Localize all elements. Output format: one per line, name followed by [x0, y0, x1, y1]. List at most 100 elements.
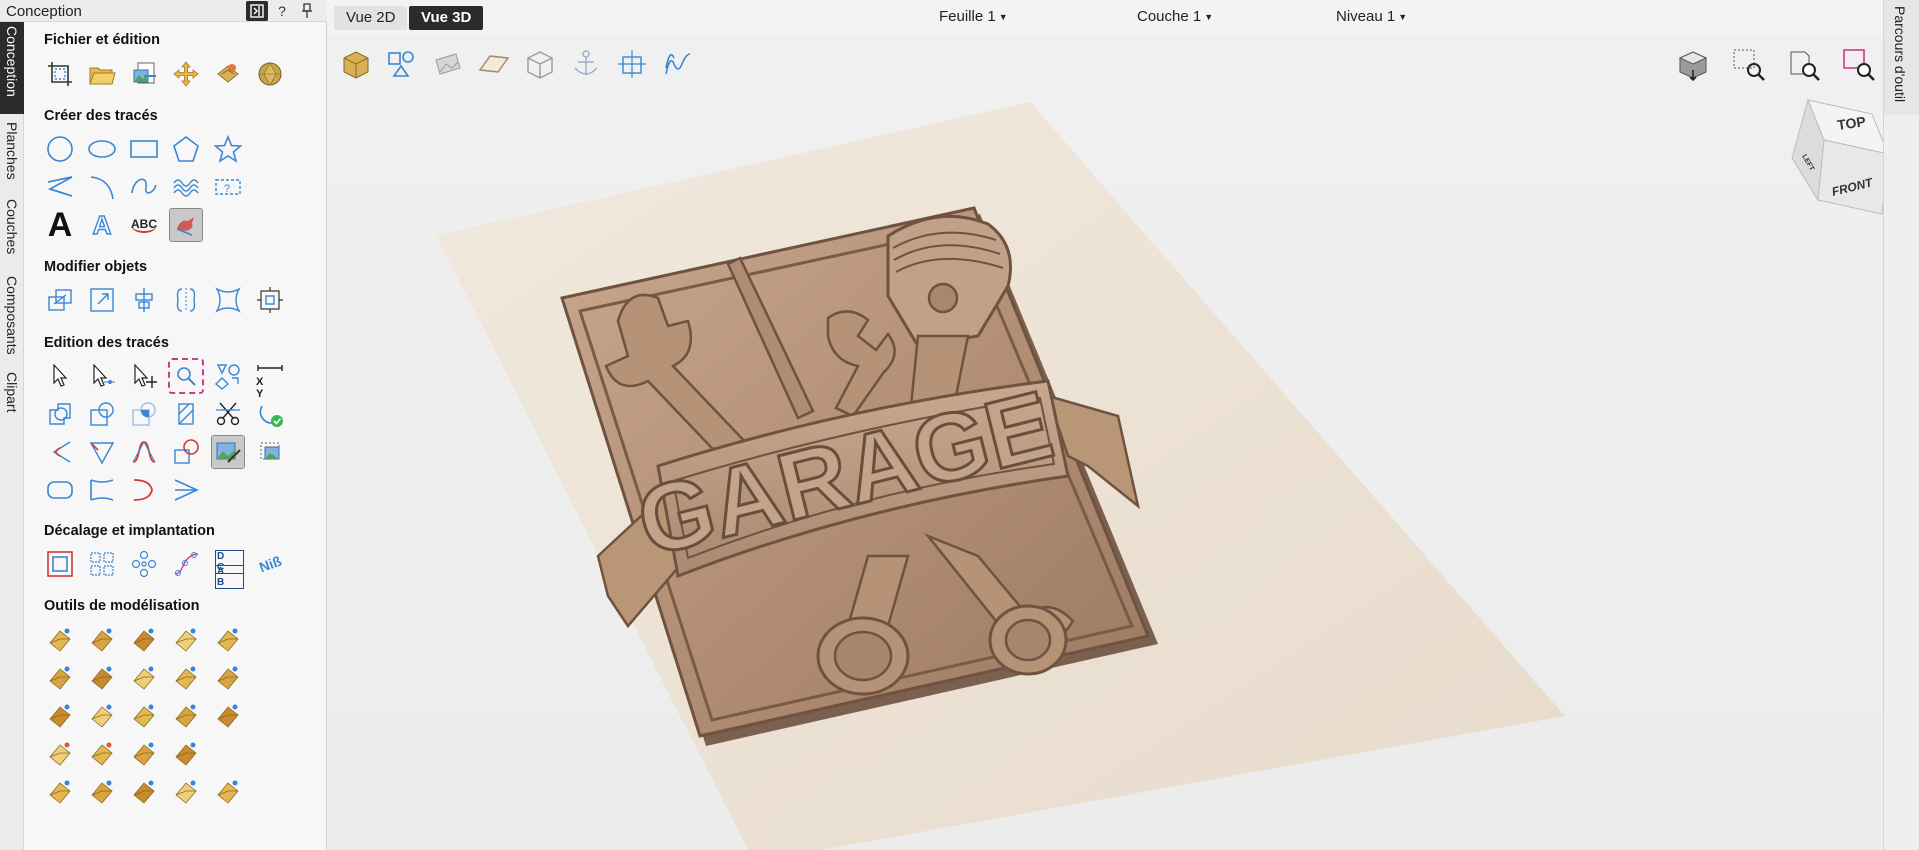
zoom-selection-button[interactable] [1840, 46, 1878, 84]
draw-polygon-tool[interactable] [170, 133, 202, 165]
nest-object-tool[interactable] [254, 284, 286, 316]
modeling-tool-bevel[interactable] [170, 623, 202, 655]
shapes-tool[interactable] [212, 360, 244, 392]
node-edit-tool[interactable] [86, 360, 118, 392]
view-image-button[interactable] [430, 46, 466, 82]
text-tool[interactable]: A [44, 208, 76, 242]
modeling-tool-ramp[interactable] [44, 775, 76, 807]
help-button[interactable]: ? [274, 1, 290, 21]
zoom-selection-tool[interactable] [168, 358, 204, 394]
copy-along-vector-tool[interactable] [170, 548, 202, 580]
job-setup-tool[interactable] [44, 58, 76, 90]
text-on-curve-tool[interactable]: ABC [128, 209, 160, 241]
modeling-tool-crown[interactable] [128, 737, 160, 769]
close-vector-tool[interactable] [128, 474, 160, 506]
view-vectors-button[interactable] [384, 46, 420, 82]
draw-arc-tool[interactable] [86, 171, 118, 203]
toolpaths-tab[interactable]: Parcours d'outil [1884, 0, 1919, 115]
modeling-tool-slice[interactable] [44, 737, 76, 769]
tab-view-2d[interactable]: Vue 2D [334, 6, 408, 30]
pin-button[interactable] [298, 1, 316, 21]
flip-vector-tool[interactable] [170, 474, 202, 506]
join-vectors-tool[interactable] [254, 398, 286, 430]
open-file-tool[interactable] [86, 58, 118, 90]
view-origin-button[interactable] [614, 46, 650, 82]
fillet-tool[interactable] [44, 436, 76, 468]
draw-rectangle-tool[interactable] [128, 133, 160, 165]
modeling-tool-shape[interactable] [128, 775, 160, 807]
modeling-tool-dome[interactable] [86, 623, 118, 655]
modeling-tool-box[interactable] [170, 775, 202, 807]
align-object-tool[interactable] [128, 284, 160, 316]
import-component-tool[interactable] [212, 58, 244, 90]
array-copy-tool[interactable] [86, 548, 118, 580]
panel-collapse-button[interactable] [246, 1, 268, 21]
move-object-tool[interactable] [44, 284, 76, 316]
weld-tool[interactable] [44, 398, 76, 430]
view-cube[interactable]: TOP LEFT FRONT [1758, 96, 1883, 246]
rounded-rect-tool[interactable] [44, 474, 76, 506]
modeling-tool-block[interactable] [212, 775, 244, 807]
modeling-tool-texture[interactable] [44, 699, 76, 731]
modeling-tool-revolve[interactable] [128, 661, 160, 693]
vtab-clipart[interactable]: Clipart [0, 368, 24, 438]
draw-ellipse-tool[interactable] [86, 133, 118, 165]
circular-array-tool[interactable] [128, 548, 160, 580]
hatch-tool[interactable] [170, 398, 202, 430]
draw-star-tool[interactable] [212, 133, 244, 165]
modeling-tool-shade[interactable] [86, 699, 118, 731]
transform-select-tool[interactable] [128, 360, 160, 392]
layer-dropdown[interactable]: Couche 1 ▼ [1137, 8, 1213, 25]
import-image-tool[interactable] [128, 58, 160, 90]
extend-tool[interactable] [86, 474, 118, 506]
modeling-tool-stack[interactable] [170, 699, 202, 731]
draw-circle-tool[interactable] [44, 133, 76, 165]
mirror-object-tool[interactable] [170, 284, 202, 316]
auto-trace-tool[interactable] [169, 208, 203, 242]
level-dropdown[interactable]: Niveau 1 ▼ [1336, 8, 1407, 25]
smooth-tool[interactable] [128, 436, 160, 468]
image-crop-tool[interactable] [254, 436, 286, 468]
view-material-button[interactable] [338, 46, 374, 82]
sheet-dropdown[interactable]: Feuille 1 ▼ [939, 8, 1008, 25]
vtab-conception[interactable]: Conception [0, 22, 24, 114]
zoom-fit-button[interactable] [1785, 46, 1823, 84]
offset-tool[interactable] [44, 548, 76, 580]
draw-polyline-tool[interactable] [44, 171, 76, 203]
modeling-tool-pyramid[interactable] [128, 623, 160, 655]
modeling-tool-sweep[interactable] [170, 661, 202, 693]
offset-corner-tool[interactable] [170, 436, 202, 468]
nesting-tool[interactable]: Niß [254, 548, 286, 580]
view-plane-button[interactable] [476, 46, 512, 82]
vtab-couches[interactable]: Couches [0, 195, 24, 277]
distort-object-tool[interactable] [212, 284, 244, 316]
view-toolpath-button[interactable] [660, 46, 696, 82]
modeling-tool-roof[interactable] [212, 623, 244, 655]
dimension-tool[interactable]: ? [212, 171, 244, 203]
modeling-tool-extrude[interactable] [86, 661, 118, 693]
draw-wave-tool[interactable] [170, 171, 202, 203]
trim-tool[interactable] [212, 398, 244, 430]
zoom-window-button[interactable] [1730, 46, 1768, 84]
modeling-tool-relief[interactable] [86, 775, 118, 807]
subtract-tool[interactable] [86, 398, 118, 430]
labels-tool[interactable]: D C A B [212, 548, 244, 589]
transform-tool[interactable] [170, 58, 202, 90]
tab-view-3d[interactable]: Vue 3D [409, 6, 484, 30]
3d-viewport[interactable]: GARAGE TOP LEFT FRONT [328, 36, 1883, 850]
modeling-tool-offset-3d[interactable] [170, 737, 202, 769]
select-tool[interactable] [44, 360, 76, 392]
scale-object-tool[interactable] [86, 284, 118, 316]
text-outline-tool[interactable]: A [86, 209, 118, 241]
modeling-tool-lathe[interactable] [44, 661, 76, 693]
modeling-tool-knife[interactable] [86, 737, 118, 769]
view-wireframe-button[interactable] [522, 46, 558, 82]
vtab-planches[interactable]: Planches [0, 118, 24, 204]
modeling-tool-mould[interactable] [212, 661, 244, 693]
chamfer-tool[interactable] [86, 436, 118, 468]
view-anchor-button[interactable] [568, 46, 604, 82]
shading-mode-button[interactable] [1674, 46, 1712, 84]
modeling-tool-merge[interactable] [212, 699, 244, 731]
modeling-tool-sculpt[interactable] [128, 699, 160, 731]
intersect-tool[interactable] [128, 398, 160, 430]
